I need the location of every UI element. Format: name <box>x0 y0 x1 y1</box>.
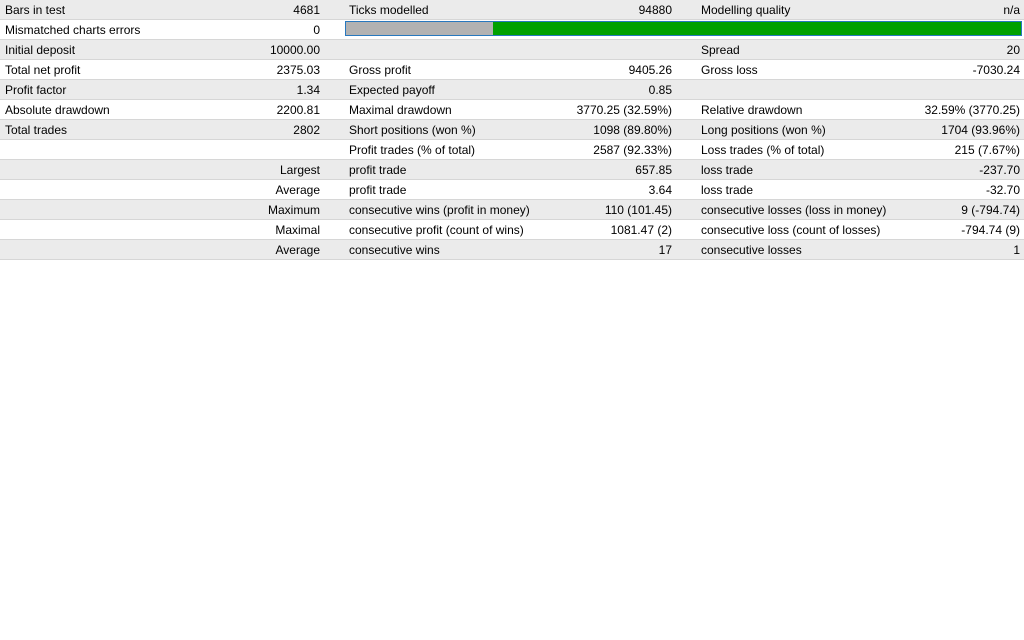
metric-value: 10000.00 <box>269 42 320 57</box>
metric-value: 32.59% (3770.25) <box>924 102 1020 117</box>
metric-value: 657.85 <box>635 162 672 177</box>
metric-label: consecutive wins (profit in money) <box>349 202 530 217</box>
metric-value: -7030.24 <box>972 62 1020 77</box>
metric-label: profit trade <box>349 182 407 197</box>
metric-value: 1081.47 (2) <box>610 222 672 237</box>
metric-value: -237.70 <box>979 162 1020 177</box>
metric-label: Loss trades (% of total) <box>701 142 825 157</box>
metric-value: 9 (-794.74) <box>961 202 1020 217</box>
metric-value: 1 <box>1013 242 1020 257</box>
strategy-tester-report: Bars in test 4681 Ticks modelled 94880 Mod… <box>0 0 1024 640</box>
metric-label: consecutive loss (count of losses) <box>701 222 881 237</box>
modelling-quality-bar-filled <box>493 22 1021 35</box>
metric-label: Total trades <box>5 122 68 137</box>
metric-label: Relative drawdown <box>701 102 803 117</box>
metric-value: 1098 (89.80%) <box>593 122 672 137</box>
modelling-quality-progress-bar <box>345 21 1022 36</box>
empty-report-area <box>0 260 1024 640</box>
metric-value: -32.70 <box>985 182 1020 197</box>
metric-value: 4681 <box>293 2 320 17</box>
table-row: Profit factor 1.34 Expected payoff 0.85 <box>0 80 1024 100</box>
metric-label: Profit factor <box>5 82 67 97</box>
table-row: Absolute drawdown 2200.81 Maximal drawdow… <box>0 100 1024 120</box>
metric-value: Average <box>275 242 320 257</box>
metric-value: 3.64 <box>648 182 672 197</box>
metric-value: 0 <box>313 22 320 37</box>
table-row: Maximal consecutive profit (count of win… <box>0 220 1024 240</box>
table-row: Profit trades (% of total) 2587 (92.33%) … <box>0 140 1024 160</box>
metric-label: Ticks modelled <box>349 2 429 17</box>
metric-value: 2802 <box>293 122 320 137</box>
metric-value: 110 (101.45) <box>604 202 672 217</box>
table-row: Total net profit 2375.03 Gross profit 9405… <box>0 60 1024 80</box>
table-row: Bars in test 4681 Ticks modelled 94880 Mod… <box>0 0 1024 20</box>
metric-label: Short positions (won %) <box>349 122 476 137</box>
table-row: Maximum consecutive wins (profit in mone… <box>0 200 1024 220</box>
metric-label: consecutive losses (loss in money) <box>701 202 887 217</box>
metric-label: Expected payoff <box>349 82 435 97</box>
metric-value: Average <box>275 182 320 197</box>
metric-value: 2375.03 <box>276 62 320 77</box>
metric-label: Spread <box>701 42 740 57</box>
metric-label: loss trade <box>701 182 754 197</box>
metric-label: Modelling quality <box>701 2 791 17</box>
table-row: Largest profit trade 657.85 loss trade -23… <box>0 160 1024 180</box>
metric-value: 17 <box>658 242 672 257</box>
table-row: Total trades 2802 Short positions (won %)… <box>0 120 1024 140</box>
metric-value: Maximal <box>275 222 320 237</box>
metric-label: Total net profit <box>5 62 81 77</box>
metric-value: Maximum <box>267 202 320 217</box>
metric-value: 20 <box>1006 42 1020 57</box>
metric-value: 94880 <box>638 2 672 17</box>
metric-label: loss trade <box>701 162 754 177</box>
table-row: Mismatched charts errors 0 <box>0 20 1024 40</box>
metric-label: Initial deposit <box>5 42 76 57</box>
metric-value: 1.34 <box>296 82 320 97</box>
metric-label: Maximal drawdown <box>349 102 452 117</box>
metric-value: n/a <box>1003 2 1020 17</box>
metric-value: 1704 (93.96%) <box>941 122 1020 137</box>
metric-value: 0.85 <box>648 82 672 97</box>
metric-label: Profit trades (% of total) <box>349 142 476 157</box>
metric-label: Long positions (won %) <box>701 122 826 137</box>
metric-value: 2200.81 <box>276 102 320 117</box>
metric-label: Absolute drawdown <box>5 102 110 117</box>
modelling-quality-bar-unfilled <box>346 22 493 35</box>
table-row: Average profit trade 3.64 loss trade -32.7… <box>0 180 1024 200</box>
table-row: Average consecutive wins 17 consecutive l… <box>0 240 1024 260</box>
table-row: Initial deposit 10000.00 Spread 20 <box>0 40 1024 60</box>
metric-label: Gross loss <box>701 62 758 77</box>
metric-label: consecutive losses <box>701 242 802 257</box>
metric-label: profit trade <box>349 162 407 177</box>
metric-label: consecutive wins <box>349 242 440 257</box>
metric-value: 2587 (92.33%) <box>593 142 672 157</box>
metric-label: Gross profit <box>349 62 412 77</box>
metric-value: 3770.25 (32.59%) <box>576 102 672 117</box>
metric-value: 9405.26 <box>628 62 672 77</box>
metric-label: Mismatched charts errors <box>5 22 141 37</box>
metric-label: Bars in test <box>5 2 66 17</box>
metric-value: Largest <box>279 162 320 177</box>
metric-label: consecutive profit (count of wins) <box>349 222 524 237</box>
metric-value: -794.74 (9) <box>961 222 1020 237</box>
metric-value: 215 (7.67%) <box>954 142 1020 157</box>
